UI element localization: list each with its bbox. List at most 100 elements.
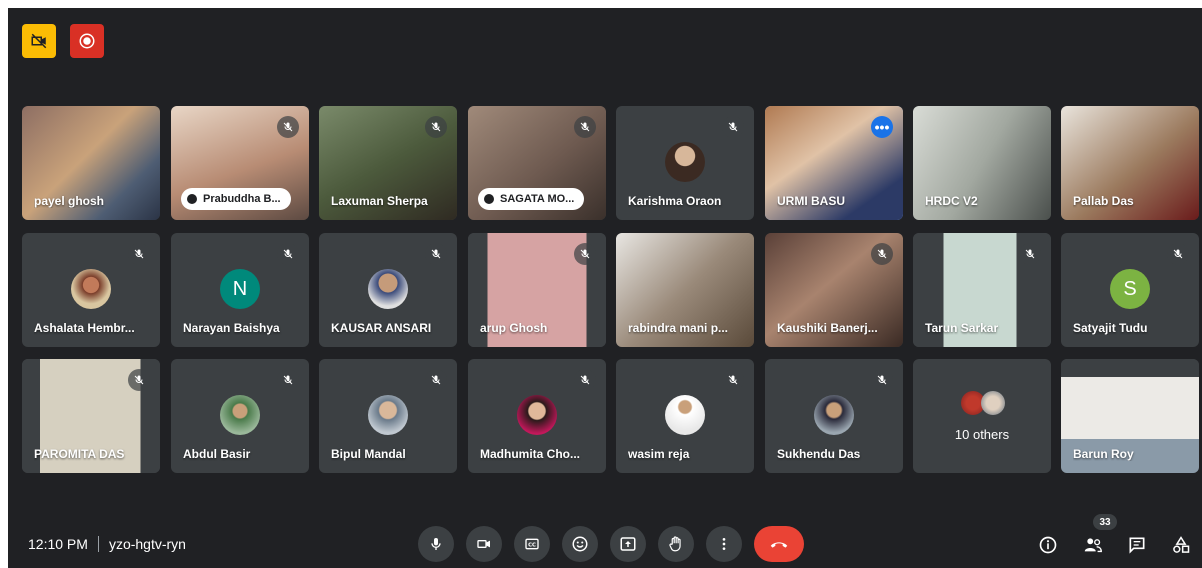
participant-tile-active-speaker[interactable]: ••• URMI BASU bbox=[765, 106, 903, 220]
participant-tile[interactable]: Madhumita Cho... bbox=[468, 359, 606, 473]
participant-tile[interactable]: HRDC V2 bbox=[913, 106, 1051, 220]
muted-mic-icon bbox=[574, 116, 596, 138]
participant-count-badge: 33 bbox=[1093, 514, 1117, 530]
camera-button[interactable] bbox=[466, 526, 502, 562]
avatar bbox=[665, 142, 705, 182]
people-button[interactable] bbox=[1080, 532, 1106, 558]
raise-hand-button[interactable] bbox=[658, 526, 694, 562]
avatar bbox=[665, 395, 705, 435]
participant-tile[interactable]: Kaushiki Banerj... bbox=[765, 233, 903, 347]
activities-button[interactable] bbox=[1168, 532, 1194, 558]
participant-name: Ashalata Hembr... bbox=[34, 321, 135, 335]
avatar bbox=[71, 269, 111, 309]
participant-tile[interactable]: SAGATA MO... bbox=[468, 106, 606, 220]
chat-button[interactable] bbox=[1124, 532, 1150, 558]
info-icon bbox=[1039, 536, 1057, 554]
muted-mic-icon bbox=[425, 369, 447, 391]
participant-tile[interactable]: Sukhendu Das bbox=[765, 359, 903, 473]
participant-tile[interactable]: arup Ghosh bbox=[468, 233, 606, 347]
activities-icon bbox=[1173, 536, 1190, 553]
meeting-details-button[interactable] bbox=[1035, 532, 1061, 558]
meeting-code: yzo-hgtv-ryn bbox=[108, 536, 186, 552]
participant-name: Tarun Sarkar bbox=[925, 321, 999, 335]
more-options-icon bbox=[722, 538, 726, 550]
participant-tile[interactable]: Barun Roy bbox=[1061, 359, 1199, 473]
present-icon bbox=[620, 537, 636, 551]
no-camera-icon bbox=[31, 33, 47, 49]
muted-mic-icon bbox=[425, 116, 447, 138]
microphone-button[interactable] bbox=[418, 526, 454, 562]
participant-name: Abdul Basir bbox=[183, 447, 251, 461]
participant-tile[interactable]: PAROMITA DAS bbox=[22, 359, 160, 473]
muted-mic-icon bbox=[1167, 243, 1189, 265]
end-call-button[interactable] bbox=[754, 526, 804, 562]
avatar bbox=[220, 395, 260, 435]
svg-text:CC: CC bbox=[528, 542, 536, 548]
pin-icon bbox=[187, 194, 197, 204]
participant-name: URMI BASU bbox=[777, 194, 845, 208]
muted-mic-icon bbox=[722, 116, 744, 138]
participant-name: rabindra mani p... bbox=[628, 321, 729, 335]
muted-mic-icon bbox=[277, 243, 299, 265]
participant-tile[interactable]: rabindra mani p... bbox=[616, 233, 754, 347]
reactions-button[interactable] bbox=[562, 526, 598, 562]
participant-name: Kaushiki Banerj... bbox=[777, 321, 878, 335]
avatar bbox=[814, 395, 854, 435]
record-icon bbox=[79, 33, 95, 49]
muted-mic-icon bbox=[277, 116, 299, 138]
participant-tile[interactable]: Ashalata Hembr... bbox=[22, 233, 160, 347]
muted-mic-icon bbox=[1019, 243, 1041, 265]
participant-tile[interactable]: Karishma Oraon bbox=[616, 106, 754, 220]
participant-tile[interactable]: S Satyajit Tudu bbox=[1061, 233, 1199, 347]
others-count: 10 others bbox=[954, 427, 1010, 442]
participant-name: Barun Roy bbox=[1073, 447, 1134, 461]
participant-tile[interactable]: wasim reja bbox=[616, 359, 754, 473]
more-options-icon[interactable]: ••• bbox=[871, 116, 893, 138]
microphone-icon bbox=[431, 538, 441, 550]
participant-name: payel ghosh bbox=[34, 194, 105, 208]
muted-mic-icon bbox=[128, 369, 150, 391]
participant-tile[interactable]: Abdul Basir bbox=[171, 359, 309, 473]
participant-tile[interactable]: Pallab Das bbox=[1061, 106, 1199, 220]
avatar bbox=[981, 391, 1005, 415]
participant-name: Narayan Baishya bbox=[183, 321, 280, 335]
muted-mic-icon bbox=[722, 369, 744, 391]
participant-name: Sukhendu Das bbox=[777, 447, 861, 461]
participant-name: Bipul Mandal bbox=[331, 447, 406, 461]
camera-off-badge[interactable] bbox=[22, 24, 56, 58]
captions-button[interactable]: CC bbox=[514, 526, 550, 562]
others-tile[interactable]: 10 others bbox=[913, 359, 1051, 473]
avatar bbox=[368, 395, 408, 435]
captions-icon: CC bbox=[525, 538, 539, 550]
avatar: S bbox=[1110, 269, 1150, 309]
raise-hand-icon bbox=[669, 536, 681, 552]
recording-badge[interactable] bbox=[70, 24, 104, 58]
participant-name: Pallab Das bbox=[1073, 194, 1134, 208]
muted-mic-icon bbox=[277, 369, 299, 391]
camera-icon bbox=[477, 540, 490, 548]
emoji-icon bbox=[572, 536, 588, 552]
participant-name: KAUSAR ANSARI bbox=[331, 321, 432, 335]
participant-tile[interactable]: Tarun Sarkar bbox=[913, 233, 1051, 347]
muted-mic-icon bbox=[871, 369, 893, 391]
participant-tile[interactable]: Laxuman Sherpa bbox=[319, 106, 457, 220]
participant-tile[interactable]: Prabuddha B... bbox=[171, 106, 309, 220]
muted-mic-icon bbox=[574, 369, 596, 391]
muted-mic-icon bbox=[128, 243, 150, 265]
participant-tile[interactable]: Bipul Mandal bbox=[319, 359, 457, 473]
participant-tile[interactable]: KAUSAR ANSARI bbox=[319, 233, 457, 347]
people-icon bbox=[1084, 538, 1102, 553]
participant-tile[interactable]: payel ghosh bbox=[22, 106, 160, 220]
muted-mic-icon bbox=[871, 243, 893, 265]
avatar bbox=[517, 395, 557, 435]
end-call-icon bbox=[770, 542, 788, 548]
meeting-window: payel ghosh Prabuddha B... Laxuman Sherp… bbox=[8, 8, 1202, 568]
participant-name: Prabuddha B... bbox=[203, 193, 281, 205]
avatar: N bbox=[220, 269, 260, 309]
present-button[interactable] bbox=[610, 526, 646, 562]
meeting-info: 12:10 PM yzo-hgtv-ryn bbox=[28, 536, 186, 552]
more-options-button[interactable] bbox=[706, 526, 742, 562]
chat-icon bbox=[1129, 537, 1145, 554]
avatar bbox=[368, 269, 408, 309]
participant-tile[interactable]: N Narayan Baishya bbox=[171, 233, 309, 347]
